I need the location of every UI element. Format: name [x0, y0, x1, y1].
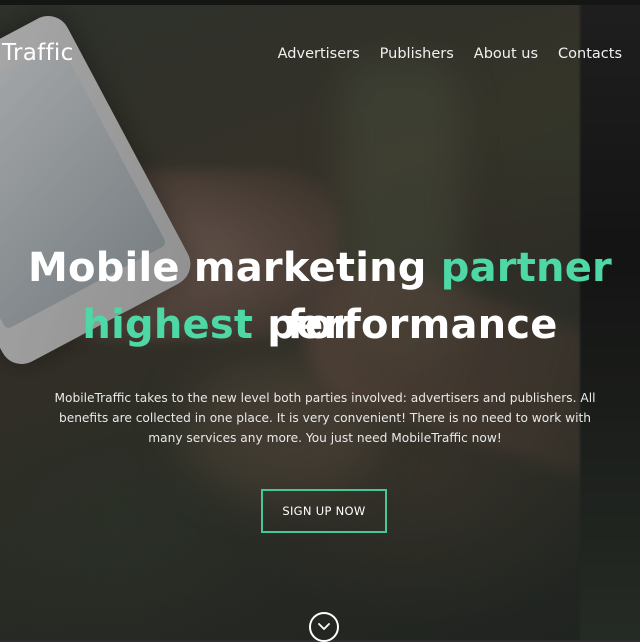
nav-link-contacts[interactable]: Contacts: [558, 46, 622, 62]
sign-up-button[interactable]: SIGN UP NOW: [261, 489, 387, 533]
chevron-down-icon: [318, 623, 330, 630]
hero-headline-line-2: highest performance: [0, 297, 640, 354]
headline-accent-text: partner: [440, 245, 612, 291]
headline-accent-text: highest: [82, 302, 254, 348]
headline-text: Mobile marketing: [28, 245, 441, 291]
nav-link-advertisers[interactable]: Advertisers: [278, 46, 360, 62]
headline-text: performance: [253, 302, 558, 348]
scroll-down-button[interactable]: [309, 612, 339, 642]
site-logo[interactable]: Traffic: [2, 40, 74, 66]
main-navigation: Advertisers Publishers About us Contacts: [278, 46, 622, 62]
nav-link-publishers[interactable]: Publishers: [380, 46, 454, 62]
hero-description: MobileTraffic takes to the new level bot…: [54, 391, 596, 445]
nav-link-about-us[interactable]: About us: [474, 46, 538, 62]
